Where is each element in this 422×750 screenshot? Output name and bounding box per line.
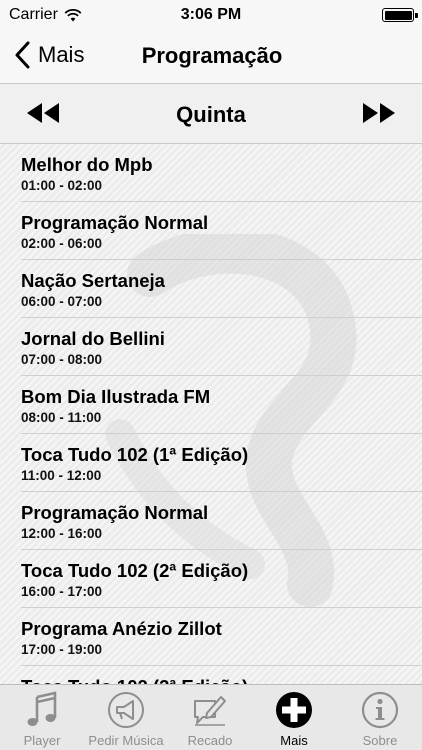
fast-forward-icon[interactable] — [362, 102, 396, 124]
tab-recado[interactable]: Recado — [168, 685, 252, 750]
program-time: 01:00 - 02:00 — [21, 178, 103, 193]
schedule-list[interactable]: Melhor do Mpb 01:00 - 02:00 Programação No… — [0, 144, 422, 684]
program-time: 16:00 - 17:00 — [21, 584, 103, 599]
page-title: Programação — [0, 43, 422, 69]
message-edit-icon — [194, 696, 226, 726]
schedule-row[interactable]: Toca Tudo 102 (2ª Edição) 16:00 - 17:00 — [0, 550, 422, 608]
tab-mais[interactable]: Mais — [252, 685, 336, 750]
schedule-row[interactable]: Jornal do Bellini 07:00 - 08:00 — [0, 318, 422, 376]
battery-level — [384, 10, 412, 20]
info-icon — [361, 691, 399, 729]
schedule-row[interactable]: Programação Normal 02:00 - 06:00 — [0, 202, 422, 260]
schedule-row[interactable]: Nação Sertaneja 06:00 - 07:00 — [0, 260, 422, 318]
program-title: Melhor do Mpb — [21, 154, 153, 175]
program-time: 07:00 - 08:00 — [21, 352, 103, 367]
program-title: Programa Anézio Zillot — [21, 618, 222, 639]
tab-player[interactable]: Player — [0, 685, 84, 750]
tab-label-player: Player — [23, 733, 61, 748]
program-time: 06:00 - 07:00 — [21, 294, 103, 309]
music-note-icon — [27, 691, 57, 726]
schedule-row[interactable]: Programa Anézio Zillot 17:00 - 19:00 — [0, 608, 422, 666]
day-label: Quinta — [176, 102, 246, 127]
battery-icon — [382, 8, 418, 22]
program-title: Bom Dia Ilustrada FM — [21, 386, 211, 407]
tab-bar: Player Pedir Música Recado Mais Sobre — [0, 684, 422, 750]
navigation-bar: Mais Programação — [0, 30, 422, 84]
program-title: Nação Sertaneja — [21, 270, 165, 291]
schedule-row[interactable]: Programação Normal 12:00 - 16:00 — [0, 492, 422, 550]
day-selector: Quinta — [0, 84, 422, 144]
program-time: 11:00 - 12:00 — [21, 468, 102, 483]
tab-pedir-musica[interactable]: Pedir Música — [84, 685, 168, 750]
tab-label-recado: Recado — [187, 733, 233, 748]
tab-sobre[interactable]: Sobre — [338, 685, 422, 750]
schedule-row[interactable]: Toca Tudo 102 (1ª Edição) 11:00 - 12:00 — [0, 434, 422, 492]
schedule-rows: Melhor do Mpb 01:00 - 02:00 Programação No… — [0, 144, 422, 684]
plus-circle-icon — [276, 692, 312, 728]
schedule-row[interactable]: Toca Tudo 102 (3ª Edição) — [0, 666, 422, 684]
program-title: Toca Tudo 102 (3ª Edição) — [21, 676, 248, 684]
program-time: 17:00 - 19:00 — [21, 642, 103, 657]
schedule-row[interactable]: Bom Dia Ilustrada FM 08:00 - 11:00 — [0, 376, 422, 434]
program-title: Programação Normal — [21, 502, 209, 523]
program-time: 08:00 - 11:00 — [21, 410, 102, 425]
program-title: Programação Normal — [21, 212, 209, 233]
tab-label-pedir-musica: Pedir Música — [88, 733, 164, 748]
program-title: Toca Tudo 102 (2ª Edição) — [21, 560, 249, 581]
tab-label-sobre: Sobre — [362, 733, 398, 748]
megaphone-icon — [108, 692, 144, 728]
schedule-row[interactable]: Melhor do Mpb 01:00 - 02:00 — [0, 144, 422, 202]
status-time: 3:06 PM — [180, 6, 242, 23]
program-title: Jornal do Bellini — [21, 328, 165, 349]
tab-label-mais: Mais — [280, 733, 308, 748]
program-time: 02:00 - 06:00 — [21, 236, 103, 251]
status-bar: Carrier 3:06 PM — [0, 0, 422, 30]
page-title-text: Programação — [141, 43, 283, 68]
program-title: Toca Tudo 102 (1ª Edição) — [21, 444, 249, 465]
program-time: 12:00 - 16:00 — [21, 526, 103, 541]
screen: Carrier 3:06 PM Mais Programação Quinta — [0, 0, 422, 750]
